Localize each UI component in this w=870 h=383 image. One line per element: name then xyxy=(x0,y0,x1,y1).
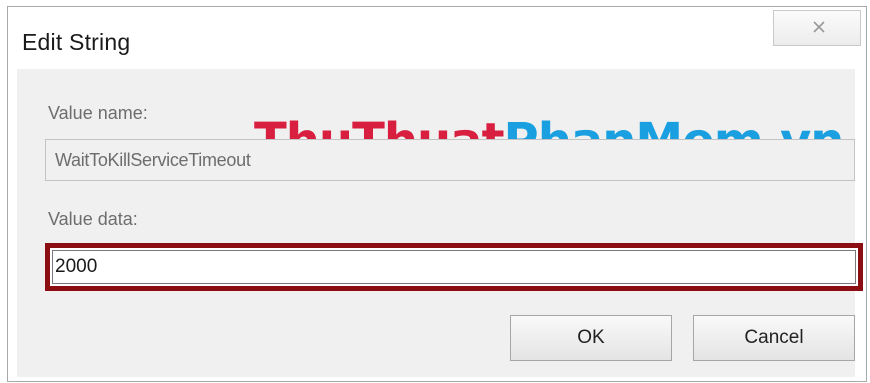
close-icon xyxy=(813,21,825,33)
value-name-field[interactable]: WaitToKillServiceTimeout xyxy=(45,139,855,181)
title-bar[interactable]: Edit String xyxy=(8,7,866,69)
close-button[interactable] xyxy=(773,10,861,46)
dialog-body: ThuThuatPhanMem.vn Value name: WaitToKil… xyxy=(17,69,863,377)
edit-string-dialog: Edit String ThuThuatPhanMem.vn Value nam… xyxy=(7,6,867,382)
value-data-input[interactable] xyxy=(52,250,856,284)
dialog-title: Edit String xyxy=(22,29,131,55)
cancel-button[interactable]: Cancel xyxy=(693,315,855,361)
ok-button[interactable]: OK xyxy=(510,315,672,361)
value-data-label: Value data: xyxy=(48,209,138,229)
value-name-label: Value name: xyxy=(48,103,148,123)
value-data-highlight xyxy=(45,243,863,291)
